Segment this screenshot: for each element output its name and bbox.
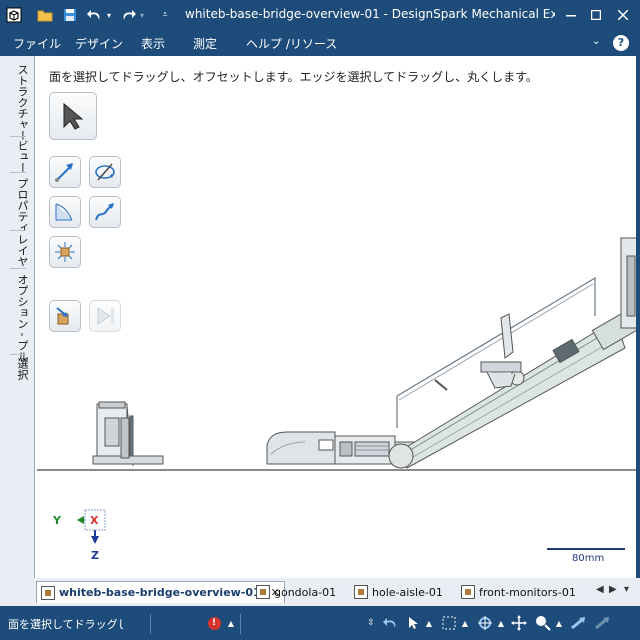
close-icon[interactable] — [612, 4, 634, 26]
status-message: 面を選択してドラッグし、オフ — [8, 618, 123, 631]
model-icon — [461, 585, 475, 599]
tab-scroll-right-icon[interactable]: ▶ — [609, 584, 617, 595]
maximize-icon[interactable] — [585, 4, 607, 26]
open-folder-icon[interactable] — [35, 5, 55, 25]
tab-list-icon[interactable]: ▾ — [624, 584, 629, 595]
undo-select-icon[interactable] — [382, 614, 400, 632]
scale-bar — [547, 548, 625, 550]
tab-view[interactable]: ビュー — [8, 140, 30, 173]
model-icon — [41, 585, 55, 600]
status-divider — [150, 614, 151, 634]
undo-icon[interactable] — [85, 5, 105, 25]
menu-bar: ファイル デザイン 表示 測定 ヘルプ /リソース — [0, 30, 640, 56]
status-divider — [240, 614, 241, 634]
menu-file[interactable]: ファイル — [13, 35, 61, 52]
tab-layers[interactable]: レイヤ — [8, 234, 30, 267]
minimize-icon[interactable] — [560, 4, 582, 26]
triad-y-label: Y — [52, 514, 62, 527]
doc-tab-hole-aisle[interactable]: hole-aisle-01 — [354, 581, 443, 603]
stepper-icon[interactable]: ⇳ — [362, 614, 380, 632]
pan-icon[interactable] — [510, 614, 528, 632]
menu-measure[interactable]: 測定 — [193, 35, 217, 52]
zoom-dropdown-icon[interactable]: ▲ — [550, 614, 568, 632]
left-station-model — [92, 401, 164, 467]
tab-separator — [10, 230, 26, 231]
error-icon[interactable]: ! — [205, 614, 223, 632]
menu-design[interactable]: デザイン — [75, 35, 123, 52]
tab-separator — [10, 172, 26, 173]
menu-view[interactable]: 表示 — [141, 35, 165, 52]
doc-tab-gondola[interactable]: gondola-01 — [256, 581, 336, 603]
save-icon[interactable] — [60, 5, 80, 25]
doc-tab-label: whiteb-base-bridge-overview-01* — [59, 586, 267, 599]
bridge-model — [388, 237, 636, 469]
doc-tab-label: gondola-01 — [274, 585, 337, 599]
side-panel-tabs: ストラクチャー ビュー プロパティ レイヤ オプション - プル 選択 — [0, 56, 34, 606]
doc-tab-label: front-monitors-01 — [479, 585, 576, 599]
error-badge: ! — [207, 616, 221, 630]
triad-z-label: Z — [91, 549, 99, 562]
customize-toolbar-icon[interactable]: ⩡ — [158, 5, 172, 25]
document-tabs: whiteb-base-bridge-overview-01* ✕ gondol… — [0, 578, 640, 606]
menu-help[interactable]: ヘルプ /リソース — [246, 35, 337, 52]
help-icon[interactable]: ? — [613, 35, 629, 51]
model-icon — [256, 585, 270, 599]
design-canvas[interactable]: 面を選択してドラッグし、オフセットします。エッジを選択してドラッグし、丸くします… — [34, 56, 640, 578]
select-mode-dropdown-icon[interactable]: ▲ — [420, 614, 438, 632]
undo-dropdown-icon[interactable]: ▾ — [104, 5, 114, 25]
window-title: whiteb-base-bridge-overview-01 - DesignS… — [185, 7, 555, 21]
model-icon — [354, 585, 368, 599]
tab-separator — [10, 136, 26, 137]
title-bar: ▾ ▾ ⩡ whiteb-base-bridge-overview-01 - D… — [0, 0, 640, 30]
tab-separator — [10, 354, 26, 355]
tab-selection[interactable]: 選択 — [8, 358, 30, 390]
doc-tab-bridge-overview[interactable]: whiteb-base-bridge-overview-01* ✕ — [36, 581, 285, 603]
spin-dropdown-icon[interactable]: ▲ — [492, 614, 510, 632]
tab-options-pull[interactable]: オプション - プル — [8, 274, 30, 362]
redo-dropdown-icon[interactable]: ▾ — [137, 5, 147, 25]
previous-view-icon[interactable] — [570, 614, 588, 632]
status-bar: 面を選択してドラッグし、オフ ! ▲ ⇳ ▲ ▲ ▲ ▲ — [0, 606, 640, 640]
tab-scroll-left-icon[interactable]: ◀ — [596, 584, 604, 595]
app-logo-icon — [4, 5, 24, 25]
error-dropdown-icon[interactable]: ▲ — [222, 614, 240, 632]
next-view-icon[interactable] — [594, 614, 612, 632]
tab-separator — [10, 268, 26, 269]
triad-x-label: X — [90, 514, 99, 527]
doc-tab-front-monitors[interactable]: front-monitors-01 — [461, 581, 576, 603]
doc-tab-label: hole-aisle-01 — [372, 585, 443, 599]
redo-icon[interactable] — [118, 5, 138, 25]
axis-triad: Y Z X — [52, 509, 106, 562]
scale-label: 80mm — [572, 553, 605, 564]
ribbon-collapse-icon[interactable]: ⌄ — [592, 36, 600, 47]
tab-structure[interactable]: ストラクチャー — [8, 64, 30, 141]
box-select-dropdown-icon[interactable]: ▲ — [456, 614, 474, 632]
model-viewport: Y Z X — [37, 237, 636, 562]
tab-properties[interactable]: プロパティ — [8, 178, 30, 233]
